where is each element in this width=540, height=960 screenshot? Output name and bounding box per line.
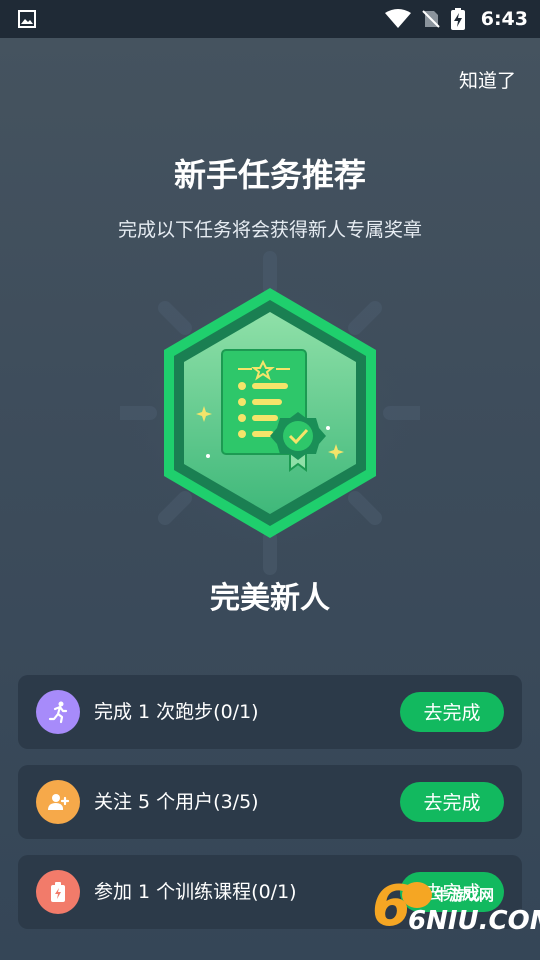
- dismiss-button[interactable]: 知道了: [459, 66, 516, 93]
- clock: 6:43: [480, 8, 528, 30]
- training-course-icon: [36, 870, 80, 914]
- task-label: 参加 1 个训练课程(0/1): [94, 881, 297, 903]
- complete-follow-button[interactable]: 去完成: [400, 782, 504, 822]
- watermark-six: 6: [372, 874, 411, 939]
- new-user-tasks-screen: 知道了 新手任务推荐 完成以下任务将会获得新人专属奖章 完美新人 完成 1 次跑…: [0, 38, 540, 960]
- complete-running-button[interactable]: 去完成: [400, 692, 504, 732]
- running-icon: [36, 690, 80, 734]
- page-subtitle: 完成以下任务将会获得新人专属奖章: [117, 219, 422, 241]
- wifi-icon: [384, 9, 411, 28]
- page-title: 新手任务推荐: [173, 156, 366, 194]
- gallery-icon: [18, 10, 36, 28]
- add-user-icon: [36, 780, 80, 824]
- no-sim-icon: [422, 10, 440, 28]
- watermark-cn-text: 牛游戏网: [434, 886, 495, 904]
- task-label: 完成 1 次跑步(0/1): [94, 701, 259, 723]
- medal-badge-icon: [120, 251, 420, 575]
- watermark-brand: 6NIU.COM: [408, 906, 540, 936]
- battery-charging-icon: [450, 8, 465, 30]
- status-icons: 6:43: [384, 0, 528, 38]
- badge-name: 完美新人: [210, 581, 330, 616]
- status-bar: 6:43: [0, 0, 540, 38]
- watermark-logo: 6 牛游戏网 6NIU.COM: [372, 874, 540, 942]
- task-item-follow-users: 关注 5 个用户(3/5) 去完成: [18, 765, 522, 839]
- task-label: 关注 5 个用户(3/5): [94, 791, 259, 813]
- task-item-running: 完成 1 次跑步(0/1) 去完成: [18, 675, 522, 749]
